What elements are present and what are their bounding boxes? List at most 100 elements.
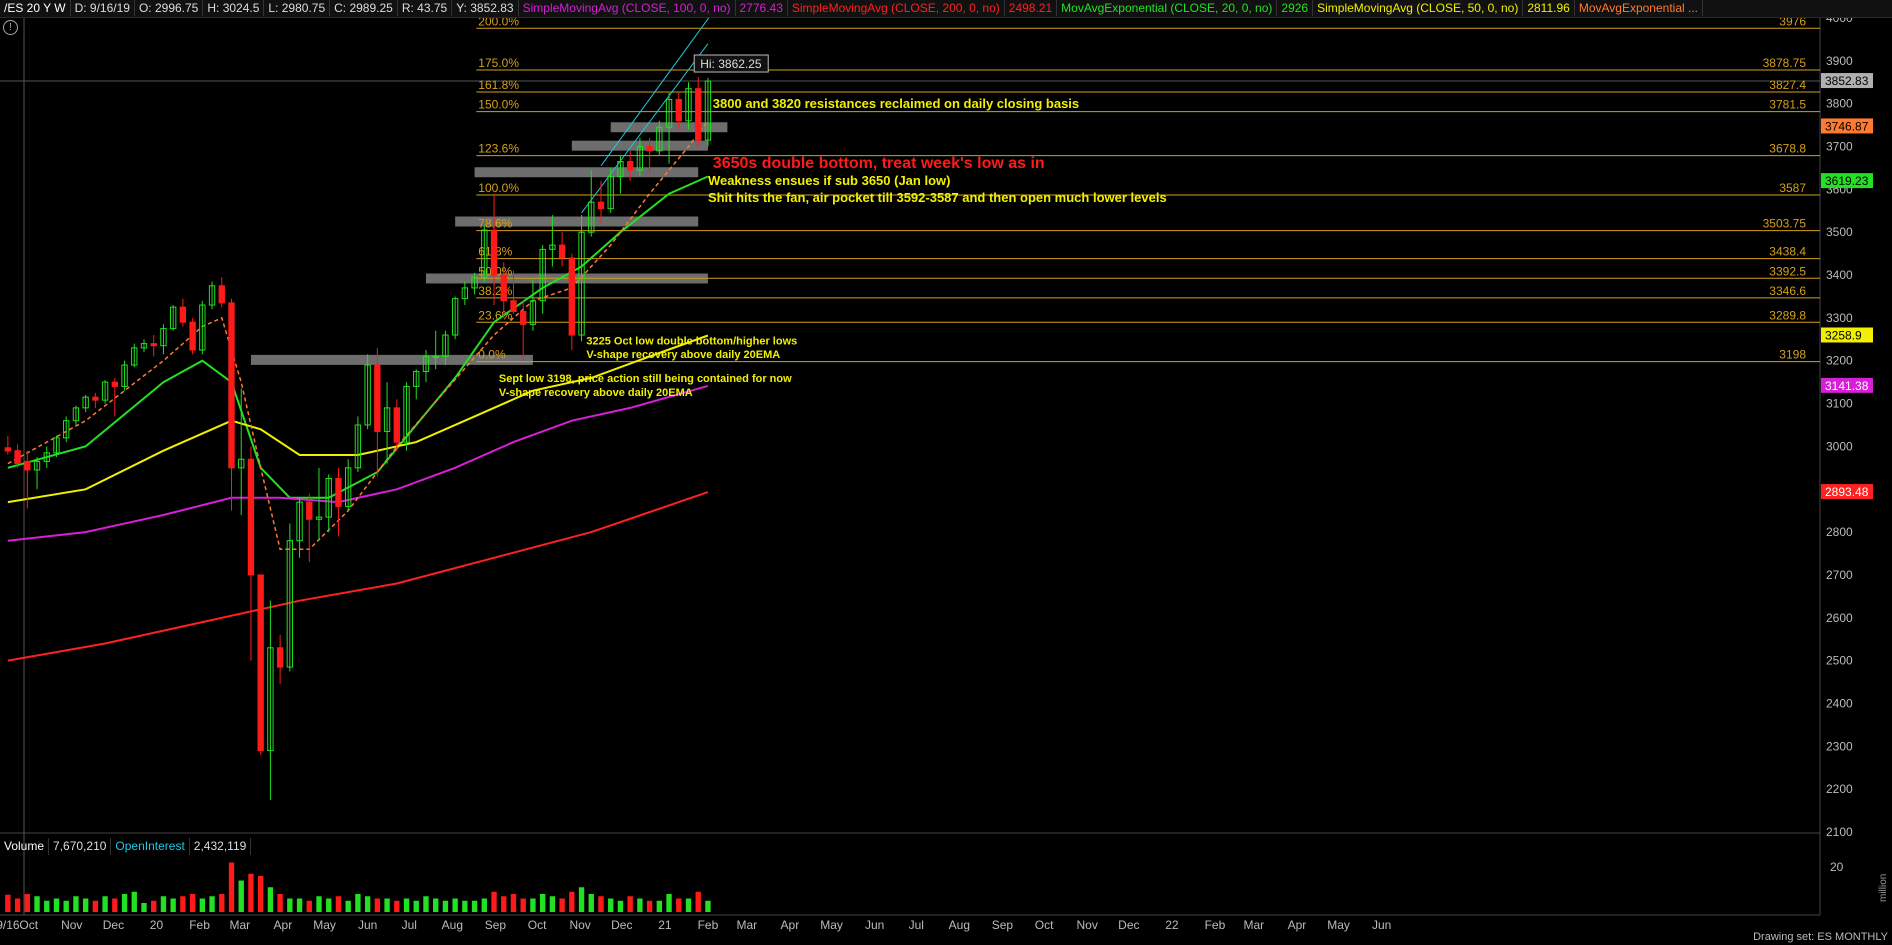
- study-label[interactable]: SimpleMovingAvg (CLOSE, 200, 0, no): [788, 0, 1005, 16]
- candle-body[interactable]: [257, 574, 264, 752]
- candle-body[interactable]: [24, 460, 31, 471]
- volume-bar: [578, 887, 585, 912]
- x-tick-label: 20: [150, 918, 164, 932]
- symbol-label[interactable]: /ES 20 Y W: [0, 0, 71, 16]
- candle-body[interactable]: [597, 201, 605, 210]
- volume-bar: [539, 894, 546, 912]
- candle-body[interactable]: [92, 396, 99, 401]
- candle-body[interactable]: [568, 257, 575, 336]
- fib-value-label: 3392.5: [1769, 264, 1806, 278]
- chart-annotation: Shit hits the fan, air pocket till 3592-…: [708, 190, 1167, 205]
- x-tick-label: Feb: [1205, 918, 1226, 932]
- volume-bar: [627, 896, 633, 912]
- study-label[interactable]: SimpleMovingAvg (CLOSE, 50, 0, no): [1313, 0, 1524, 16]
- candle-body[interactable]: [520, 310, 527, 325]
- candle-body[interactable]: [393, 407, 400, 443]
- volume-bar: [73, 896, 79, 912]
- fib-pct-label: 78.6%: [478, 217, 512, 231]
- candle-body[interactable]: [111, 381, 118, 387]
- volume-bar: [364, 896, 371, 912]
- candle-body[interactable]: [626, 161, 634, 171]
- x-tick-label: Mar: [737, 918, 758, 932]
- candle-body[interactable]: [500, 274, 507, 302]
- price-bubble-label: 3852.83: [1825, 74, 1869, 88]
- volume-bar: [14, 898, 21, 912]
- volume-bar: [209, 896, 215, 912]
- y-tick-label: 3100: [1826, 397, 1853, 411]
- volume-bar: [151, 900, 157, 912]
- volume-bar: [257, 876, 264, 912]
- price-bubble-label: 3746.87: [1825, 119, 1869, 133]
- x-tick-label: Feb: [189, 918, 210, 932]
- candle-body[interactable]: [150, 343, 157, 347]
- volume-bar: [452, 898, 458, 912]
- candle-body[interactable]: [218, 285, 225, 304]
- study-value: 2498.21: [1005, 0, 1058, 16]
- candle-body[interactable]: [646, 146, 653, 152]
- drawing-set-label[interactable]: Drawing set: ES MONTHLY: [1753, 931, 1888, 943]
- candle-body[interactable]: [558, 244, 566, 259]
- high-readout: H: 3024.5: [203, 0, 265, 16]
- info-icon[interactable]: !: [3, 20, 18, 35]
- candle-body[interactable]: [276, 647, 284, 668]
- volume-bar: [63, 900, 69, 912]
- candle-body[interactable]: [510, 300, 517, 312]
- fib-pct-label: 0.0%: [478, 348, 506, 362]
- volume-bar: [656, 900, 663, 912]
- date-readout: D: 9/16/19: [71, 0, 135, 16]
- candle-body[interactable]: [247, 458, 255, 576]
- volume-bar: [355, 894, 361, 912]
- candle-body[interactable]: [675, 98, 682, 122]
- study-label[interactable]: MovAvgExponential ...: [1575, 0, 1704, 16]
- volume-bar: [102, 896, 108, 912]
- candle-body[interactable]: [228, 302, 235, 469]
- fib-value-label: 3346.6: [1769, 284, 1806, 298]
- candle-body[interactable]: [374, 364, 381, 432]
- y-tick-label: 3900: [1826, 54, 1853, 68]
- volume-bar: [170, 898, 176, 912]
- study-label[interactable]: MovAvgExponential (CLOSE, 20, 0, no): [1057, 0, 1278, 16]
- volume-bar: [403, 898, 410, 912]
- volume-bar: [510, 894, 517, 912]
- study-label[interactable]: SimpleMovingAvg (CLOSE, 100, 0, no): [519, 0, 736, 16]
- y-tick-label: 2800: [1826, 525, 1853, 539]
- volume-bar: [423, 896, 429, 912]
- volume-bar: [588, 894, 594, 912]
- open-interest-value: 2,432,119: [190, 838, 252, 855]
- y-tick-label: 2400: [1826, 696, 1853, 710]
- x-tick-label: Feb: [698, 918, 719, 932]
- x-tick-label: Dec: [103, 918, 124, 932]
- volume-bar: [384, 898, 390, 912]
- x-tick-label: Nov: [1076, 918, 1097, 932]
- volume-bar: [326, 898, 332, 912]
- y-tick-label: 3700: [1826, 140, 1853, 154]
- volume-bar: [287, 898, 293, 912]
- x-tick-label: Dec: [611, 918, 632, 932]
- fib-pct-label: 100.0%: [478, 181, 519, 195]
- candle-body[interactable]: [335, 478, 342, 507]
- volume-bar: [676, 898, 682, 912]
- volume-bar: [53, 898, 60, 912]
- candle-body[interactable]: [490, 229, 498, 276]
- volume-bar: [277, 894, 283, 912]
- volume-bar: [228, 862, 235, 912]
- candle-body[interactable]: [179, 306, 187, 323]
- price-chart[interactable]: 2100220023002400250026002700280029003000…: [0, 0, 1892, 945]
- study-value: 2926: [1277, 0, 1314, 16]
- volume-bar: [199, 898, 206, 912]
- candle-body[interactable]: [189, 321, 196, 351]
- fib-value-label: 3289.8: [1769, 308, 1806, 322]
- candle-body[interactable]: [4, 447, 12, 452]
- candle-body[interactable]: [695, 88, 702, 141]
- volume-bar: [608, 898, 614, 912]
- x-tick-label: Apr: [1288, 918, 1307, 932]
- y-tick-label: 3500: [1826, 225, 1853, 239]
- y-tick-label: 2300: [1826, 739, 1853, 753]
- candle-body[interactable]: [14, 450, 21, 465]
- chart-annotation: 3225 Oct low double bottom/higher lows: [586, 335, 797, 347]
- volume-bar: [549, 896, 556, 912]
- candle-body[interactable]: [306, 501, 313, 520]
- candle-body[interactable]: [432, 355, 439, 358]
- volume-unit-label: million: [1878, 874, 1889, 902]
- volume-bar: [666, 894, 672, 912]
